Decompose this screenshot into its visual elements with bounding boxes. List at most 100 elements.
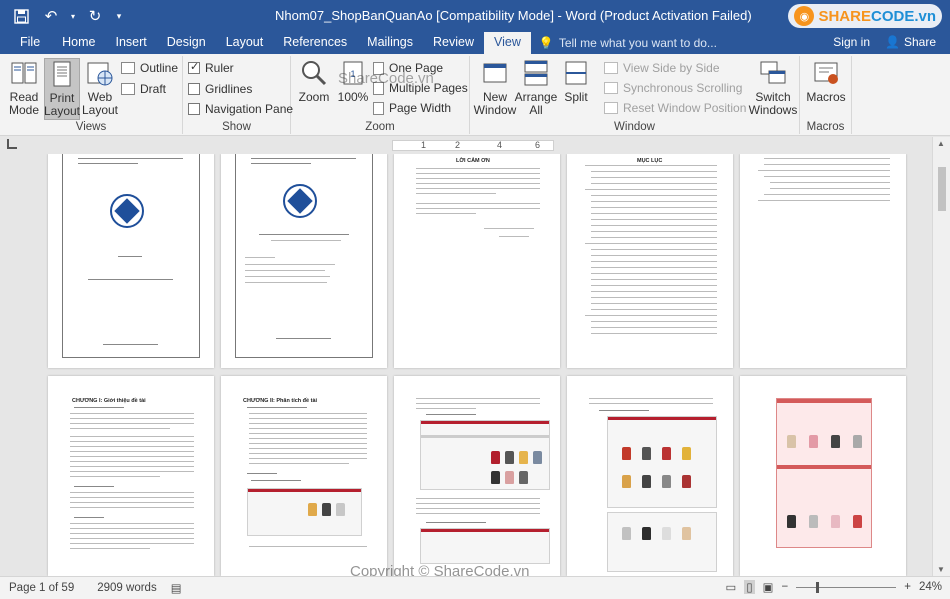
web-layout-icon — [85, 58, 115, 88]
split-icon — [561, 58, 591, 88]
scroll-thumb[interactable] — [938, 167, 946, 211]
draft-icon — [121, 83, 135, 95]
page-thumbnail[interactable] — [48, 154, 214, 368]
arrange-all-button[interactable]: Arrange All — [515, 58, 557, 117]
zoom-in-icon[interactable]: + — [904, 581, 911, 593]
ruler-tick: 1 — [421, 140, 427, 150]
tab-layout[interactable]: Layout — [216, 32, 274, 54]
tell-me-box[interactable]: 💡 Tell me what you want to do... — [539, 32, 717, 54]
sharecode-logo: ◉ SHARECODE.vn — [788, 4, 942, 28]
magnifier-icon — [299, 58, 329, 88]
status-right: ▭ ▯ ▣ − + 24% — [725, 580, 942, 594]
undo-dropdown-icon[interactable]: ▾ — [68, 3, 78, 29]
navigation-pane-check — [188, 103, 200, 115]
reset-position-icon — [604, 102, 618, 114]
redo-icon[interactable]: ↻ — [82, 3, 108, 29]
synchronous-scrolling-button[interactable]: Synchronous Scrolling — [604, 81, 742, 95]
page-heading: CHƯƠNG II: Phân tích đề tài — [243, 398, 318, 404]
zoom-level[interactable]: 24% — [919, 581, 942, 593]
group-label-window: Window — [614, 121, 655, 133]
web-layout-button[interactable]: Web Layout — [82, 58, 118, 117]
tab-file[interactable]: File — [0, 32, 52, 54]
page-thumbnail[interactable]: CHƯƠNG I: Giới thiệu đề tài — [48, 376, 214, 576]
undo-icon[interactable]: ↶ — [38, 3, 64, 29]
sync-scroll-icon — [604, 82, 618, 94]
print-layout-view-icon[interactable]: ▯ — [744, 580, 755, 594]
print-layout-button[interactable]: Print Layout — [44, 58, 80, 120]
ruler-check — [188, 60, 200, 74]
outline-button[interactable]: Outline — [121, 61, 178, 75]
read-mode-view-icon[interactable]: ▭ — [725, 580, 736, 594]
tab-review[interactable]: Review — [423, 32, 484, 54]
page-thumbnail[interactable] — [394, 376, 560, 576]
draft-button[interactable]: Draft — [121, 82, 166, 96]
tab-view[interactable]: View — [484, 32, 531, 54]
university-logo — [283, 184, 317, 218]
tab-home[interactable]: Home — [52, 32, 105, 54]
page-thumbnail[interactable]: CHƯƠNG II: Phân tích đề tài — [221, 376, 387, 576]
page-thumbnail[interactable]: LỜI CẢM ƠN — [394, 154, 560, 368]
page-thumbnail[interactable]: MỤC LỤC — [567, 154, 733, 368]
ruler-tick: 6 — [535, 140, 541, 150]
reset-window-position-button[interactable]: Reset Window Position — [604, 101, 746, 115]
page-count[interactable]: Page 1 of 59 — [9, 582, 74, 594]
screenshot-image — [607, 512, 717, 572]
switch-windows-button[interactable]: Switch Windows — [749, 58, 797, 117]
tab-references[interactable]: References — [273, 32, 357, 54]
page-heading: LỜI CẢM ƠN — [456, 158, 490, 164]
ruler-bar: 1 2 4 6 — [0, 137, 950, 154]
group-show: Ruler Gridlines Navigation Pane Show — [183, 56, 293, 134]
screenshot-image — [247, 488, 362, 536]
share-button[interactable]: 👤 Share — [885, 35, 936, 49]
quick-access-toolbar: ↶ ▾ ↻ ▾ — [0, 3, 126, 29]
zoom-out-icon[interactable]: − — [782, 581, 789, 593]
split-button[interactable]: Split — [558, 58, 594, 104]
page-thumbnail[interactable] — [740, 154, 906, 368]
page-width-icon — [373, 101, 384, 115]
ruler-checkbox[interactable]: Ruler — [188, 60, 234, 75]
new-window-icon — [480, 58, 510, 88]
vertical-scrollbar[interactable]: ▲ ▼ — [932, 137, 950, 576]
gridlines-checkbox[interactable]: Gridlines — [188, 82, 252, 96]
scroll-down-icon[interactable]: ▼ — [937, 565, 945, 574]
group-label-show: Show — [222, 121, 251, 133]
sign-in-link[interactable]: Sign in — [833, 35, 870, 49]
page-heading: MỤC LỤC — [637, 158, 663, 164]
tell-me-placeholder: Tell me what you want to do... — [558, 36, 717, 50]
lightbulb-icon: 💡 — [538, 36, 554, 50]
window-title: Nhom07_ShopBanQuanAo [Compatibility Mode… — [275, 8, 752, 23]
page-thumbnail[interactable] — [567, 376, 733, 576]
ruler-tick: 2 — [455, 140, 461, 150]
globe-icon: ◉ — [794, 6, 815, 26]
document-canvas[interactable]: LỜI CẢM ƠN MỤC LỤC CHƯƠNG I: Giới thiệu … — [0, 154, 932, 576]
page-width-button[interactable]: Page Width — [373, 101, 451, 115]
read-mode-button[interactable]: Read Mode — [6, 58, 42, 117]
scroll-up-icon[interactable]: ▲ — [937, 139, 945, 148]
ribbon-tabs: File Home Insert Design Layout Reference… — [0, 32, 950, 54]
person-icon: 👤 — [885, 35, 900, 49]
customize-qat-icon[interactable]: ▾ — [112, 3, 126, 29]
tab-insert[interactable]: Insert — [106, 32, 157, 54]
macros-button[interactable]: Macros — [806, 58, 846, 104]
screenshot-image — [776, 398, 872, 548]
zoom-button[interactable]: Zoom — [296, 58, 332, 104]
proofing-icon[interactable]: ▤ — [171, 581, 182, 595]
navigation-pane-checkbox[interactable]: Navigation Pane — [188, 102, 293, 116]
word-count[interactable]: 2909 words — [97, 582, 156, 594]
title-bar: ↶ ▾ ↻ ▾ Nhom07_ShopBanQuanAo [Compatibil… — [0, 0, 950, 32]
watermark-top: ShareCode.vn — [338, 70, 434, 87]
web-layout-view-icon[interactable]: ▣ — [763, 580, 774, 594]
horizontal-ruler[interactable]: 1 2 4 6 — [392, 140, 554, 151]
page-thumbnail[interactable] — [221, 154, 387, 368]
tab-mailings[interactable]: Mailings — [357, 32, 423, 54]
zoom-slider-knob[interactable] — [816, 581, 820, 593]
tab-design[interactable]: Design — [157, 32, 216, 54]
page-thumbnail[interactable] — [740, 376, 906, 576]
outline-icon — [121, 62, 135, 74]
tab-selector-icon[interactable] — [7, 139, 17, 149]
zoom-slider[interactable] — [796, 581, 897, 593]
group-window: New Window Arrange All Split View Side b… — [470, 56, 800, 134]
new-window-button[interactable]: New Window — [474, 58, 516, 117]
view-side-by-side-button[interactable]: View Side by Side — [604, 61, 720, 75]
save-icon[interactable] — [8, 3, 34, 29]
